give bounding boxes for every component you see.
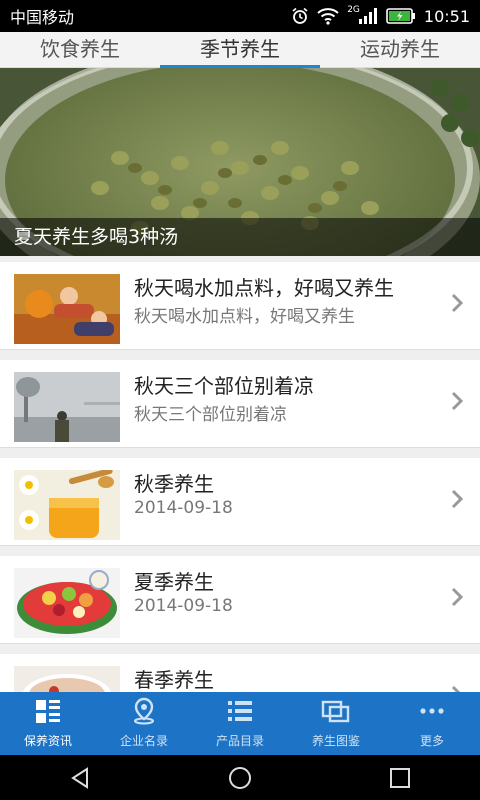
- chevron-right-icon: [451, 391, 464, 411]
- item-title: 秋天三个部位别着凉: [134, 374, 314, 398]
- banner-caption: 夏天养生多喝3种汤: [0, 218, 480, 256]
- article-list: 秋天喝水加点料，好喝又养生 秋天喝水加点料，好喝又养生 秋天三个部位别着凉 秋天…: [0, 262, 480, 692]
- back-icon[interactable]: [67, 765, 93, 791]
- chevron-right-icon: [451, 685, 461, 692]
- nav-label: 产品目录: [215, 734, 264, 748]
- item-subtitle: 秋天喝水加点料，好喝又养生: [134, 307, 355, 327]
- list-item[interactable]: 秋天喝水加点料，好喝又养生 秋天喝水加点料，好喝又养生: [0, 262, 480, 350]
- soup-bowl-image: [14, 666, 120, 692]
- system-navigation-bar: [0, 755, 480, 800]
- chevron-right-icon: [451, 293, 464, 313]
- alarm-icon: [291, 7, 309, 25]
- clock: 10:51: [423, 6, 470, 26]
- carrier-name: 中国移动: [10, 8, 75, 27]
- status-bar: 中国移动 2G 10:51: [0, 0, 480, 32]
- nav-more[interactable]: 更多: [384, 692, 480, 755]
- item-subtitle: 2014-09-18: [134, 498, 233, 518]
- home-icon[interactable]: [227, 765, 253, 791]
- news-icon: [33, 696, 63, 726]
- location-icon: [129, 696, 159, 726]
- tab-season[interactable]: 季节养生: [160, 32, 320, 68]
- item-subtitle: 秋天三个部位别着凉: [134, 405, 287, 425]
- nav-products[interactable]: 产品目录: [192, 692, 288, 755]
- foggy-park-image: [14, 372, 120, 442]
- item-title: 春季养生: [134, 668, 214, 692]
- honey-jar-image: [14, 470, 120, 540]
- wifi-icon: [317, 7, 339, 25]
- list-icon: [225, 696, 255, 726]
- list-item[interactable]: 夏季养生 2014-09-18: [0, 556, 480, 644]
- nav-directory[interactable]: 企业名录: [96, 692, 192, 755]
- item-title: 夏季养生: [134, 570, 214, 594]
- chevron-right-icon: [451, 489, 464, 509]
- list-item[interactable]: 春季养生: [0, 654, 480, 692]
- item-title: 秋天喝水加点料，好喝又养生: [134, 276, 394, 300]
- list-item[interactable]: 秋季养生 2014-09-18: [0, 458, 480, 546]
- tab-diet[interactable]: 饮食养生: [0, 32, 160, 67]
- nav-gallery[interactable]: 养生图鉴: [288, 692, 384, 755]
- fruit-bowl-image: [14, 568, 120, 638]
- item-title: 秋季养生: [134, 472, 214, 496]
- network-type: 2G: [347, 5, 360, 15]
- featured-banner[interactable]: 夏天养生多喝3种汤: [0, 68, 480, 256]
- couple-autumn-image: [14, 274, 120, 344]
- list-item[interactable]: 秋天三个部位别着凉 秋天三个部位别着凉: [0, 360, 480, 448]
- nav-label: 更多: [419, 734, 444, 748]
- nav-label: 保养资讯: [23, 734, 72, 748]
- nav-label: 企业名录: [119, 734, 168, 748]
- recents-icon[interactable]: [387, 765, 413, 791]
- item-subtitle: 2014-09-18: [134, 596, 233, 616]
- more-icon: [417, 696, 447, 726]
- gallery-icon: [321, 696, 351, 726]
- chevron-right-icon: [451, 587, 464, 607]
- signal-icon: 2G: [347, 5, 378, 25]
- nav-news[interactable]: 保养资讯: [0, 692, 96, 755]
- category-tabs: 饮食养生 季节养生 运动养生: [0, 32, 480, 68]
- battery-icon: [386, 8, 416, 24]
- tab-exercise[interactable]: 运动养生: [320, 32, 480, 67]
- nav-label: 养生图鉴: [311, 734, 360, 748]
- bottom-navigation: 保养资讯 企业名录 产品目录 养生图鉴 更多: [0, 692, 480, 755]
